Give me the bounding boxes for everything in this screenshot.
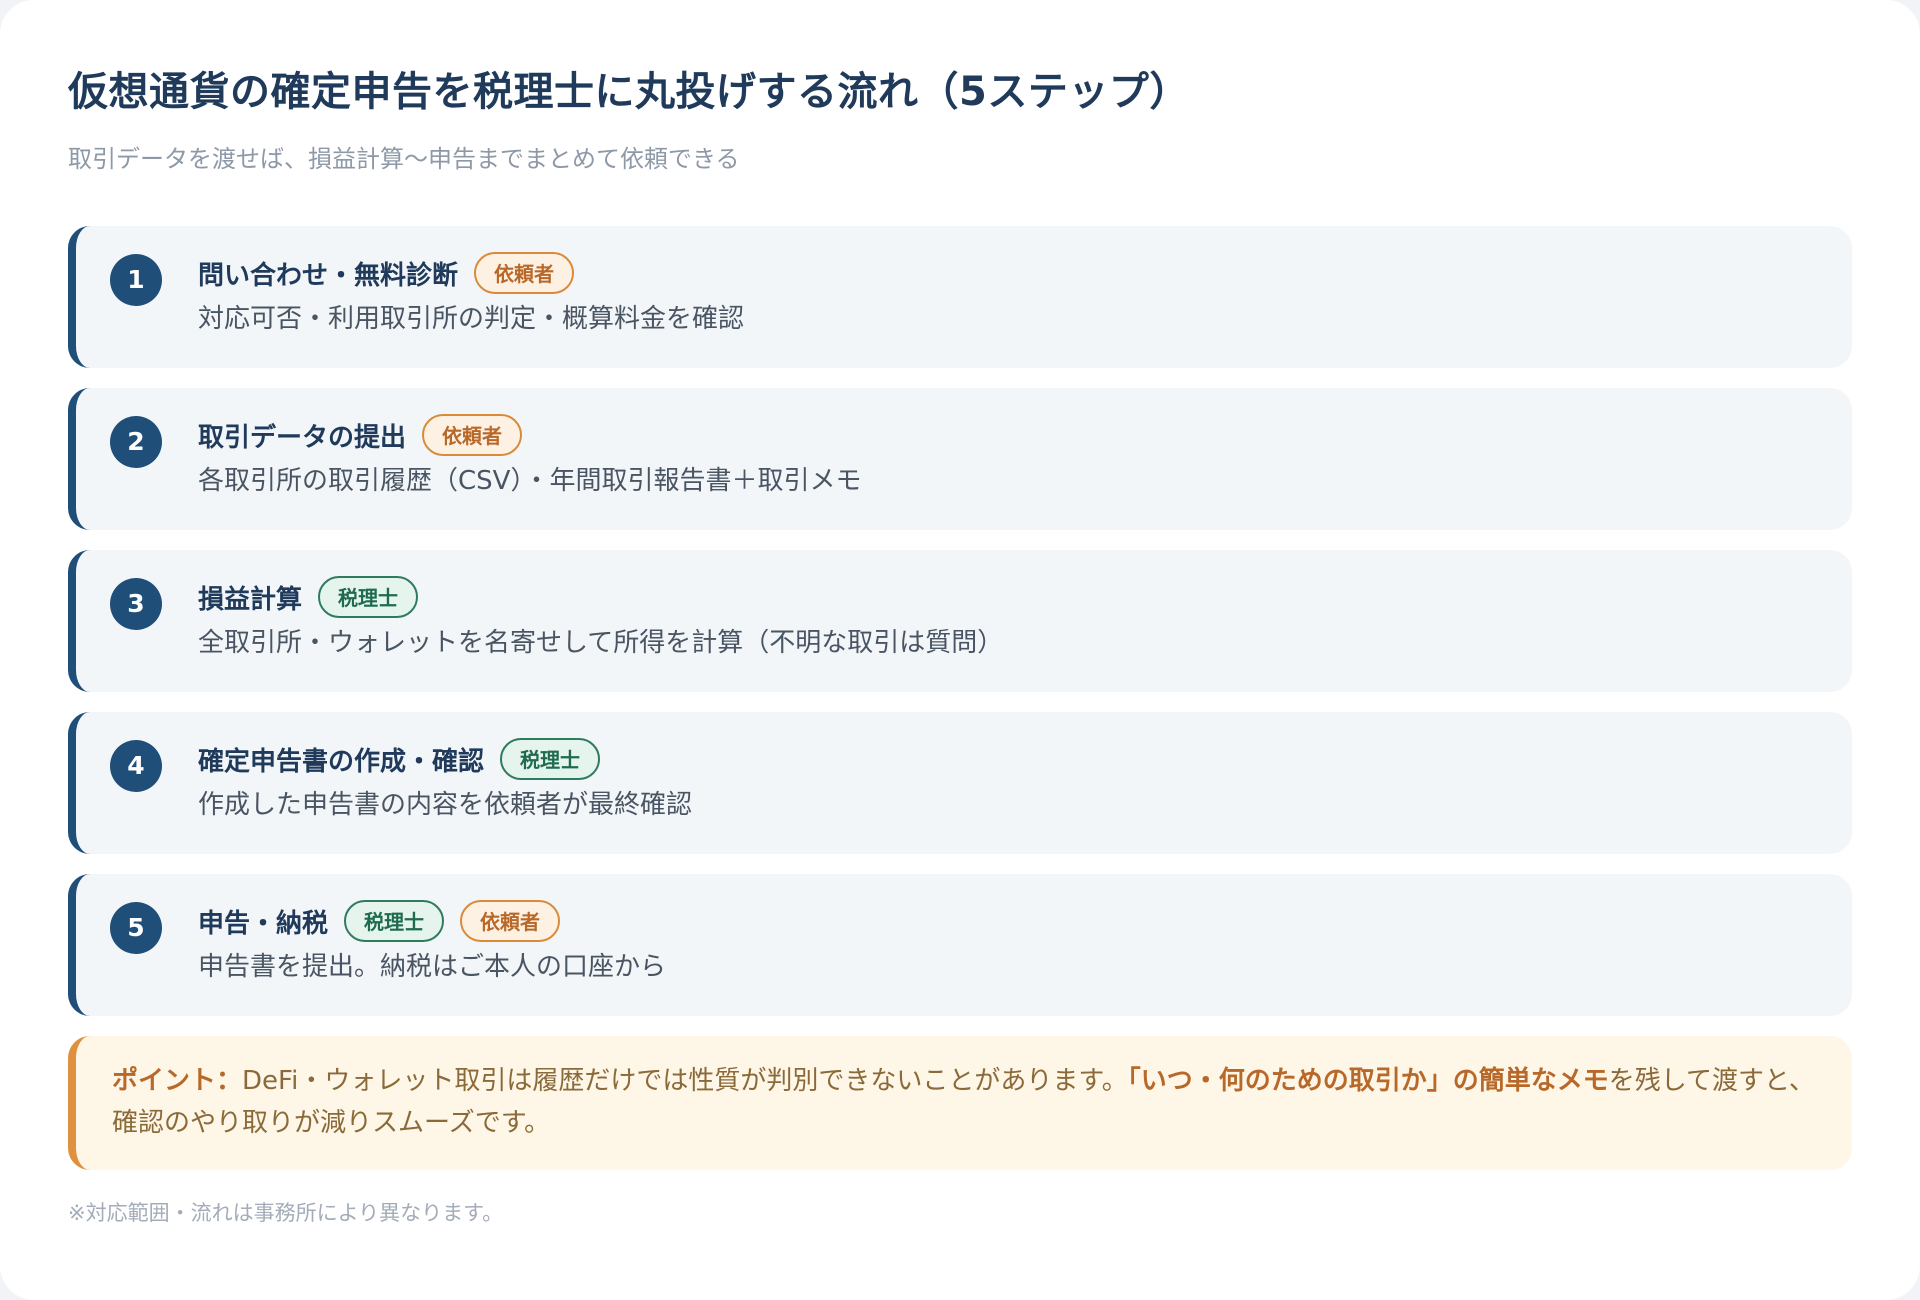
point-emphasis: 「いつ・何のための取引か」の簡単なメモ: [1127, 1066, 1609, 1096]
role-badge-client: 依頼者: [474, 252, 575, 294]
page-title: 仮想通貨の確定申告を税理士に丸投げする流れ（5ステップ）: [68, 69, 1190, 115]
step-3: 3 損益計算 税理士 全取引所・ウォレットを名寄せして所得を計算（不明な取引は質…: [68, 550, 1852, 692]
step-number-badge: 5: [110, 902, 162, 954]
step-description: 作成した申告書の内容を依頼者が最終確認: [198, 790, 693, 820]
step-description: 申告書を提出。納税はご本人の口座から: [198, 952, 667, 982]
step-number-badge: 2: [110, 416, 162, 468]
role-badge-client: 依頼者: [422, 414, 523, 456]
step-title: 損益計算: [198, 584, 303, 615]
step-header: 問い合わせ・無料診断 依頼者: [198, 250, 590, 296]
step-title: 確定申告書の作成・確認: [198, 746, 485, 777]
step-1: 1 問い合わせ・無料診断 依頼者 対応可否・利用取引所の判定・概算料金を確認: [68, 226, 1852, 368]
role-badge-tax-accountant: 税理士: [344, 900, 445, 942]
step-list: 1 問い合わせ・無料診断 依頼者 対応可否・利用取引所の判定・概算料金を確認 2…: [68, 226, 1852, 1016]
step-2: 2 取引データの提出 依頼者 各取引所の取引履歴（CSV）・年間取引報告書＋取引…: [68, 388, 1852, 530]
step-number-badge: 3: [110, 578, 162, 630]
step-description: 全取引所・ウォレットを名寄せして所得を計算（不明な取引は質問）: [198, 628, 1004, 658]
step-number-badge: 4: [110, 740, 162, 792]
step-header: 損益計算 税理士: [198, 574, 434, 620]
step-header: 確定申告書の作成・確認 税理士: [198, 736, 616, 782]
step-title: 問い合わせ・無料診断: [198, 260, 459, 291]
role-badge-client: 依頼者: [460, 900, 561, 942]
step-4: 4 確定申告書の作成・確認 税理士 作成した申告書の内容を依頼者が最終確認: [68, 712, 1852, 854]
flow-card: 仮想通貨の確定申告を税理士に丸投げする流れ（5ステップ） 取引データを渡せば、損…: [0, 0, 1920, 1300]
step-description: 各取引所の取引履歴（CSV）・年間取引報告書＋取引メモ: [198, 466, 862, 496]
footnote: ※対応範囲・流れは事務所により異なります。: [68, 1201, 504, 1225]
step-title: 取引データの提出: [198, 422, 407, 453]
step-description: 対応可否・利用取引所の判定・概算料金を確認: [198, 304, 745, 334]
step-number-badge: 1: [110, 254, 162, 306]
role-badge-tax-accountant: 税理士: [318, 576, 419, 618]
role-badge-tax-accountant: 税理士: [500, 738, 601, 780]
point-text-before: DeFi・ウォレット取引は履歴だけでは性質が判別できないことがあります。: [242, 1066, 1128, 1096]
step-header: 申告・納税 税理士 依頼者: [198, 898, 576, 944]
page-subtitle: 取引データを渡せば、損益計算〜申告までまとめて依頼できる: [68, 145, 740, 173]
step-5: 5 申告・納税 税理士 依頼者 申告書を提出。納税はご本人の口座から: [68, 874, 1852, 1016]
step-title: 申告・納税: [198, 908, 329, 939]
point-callout: ポイント：DeFi・ウォレット取引は履歴だけでは性質が判別できないことがあります…: [68, 1036, 1852, 1170]
step-header: 取引データの提出 依頼者: [198, 412, 538, 458]
point-lead: ポイント：: [112, 1066, 243, 1096]
